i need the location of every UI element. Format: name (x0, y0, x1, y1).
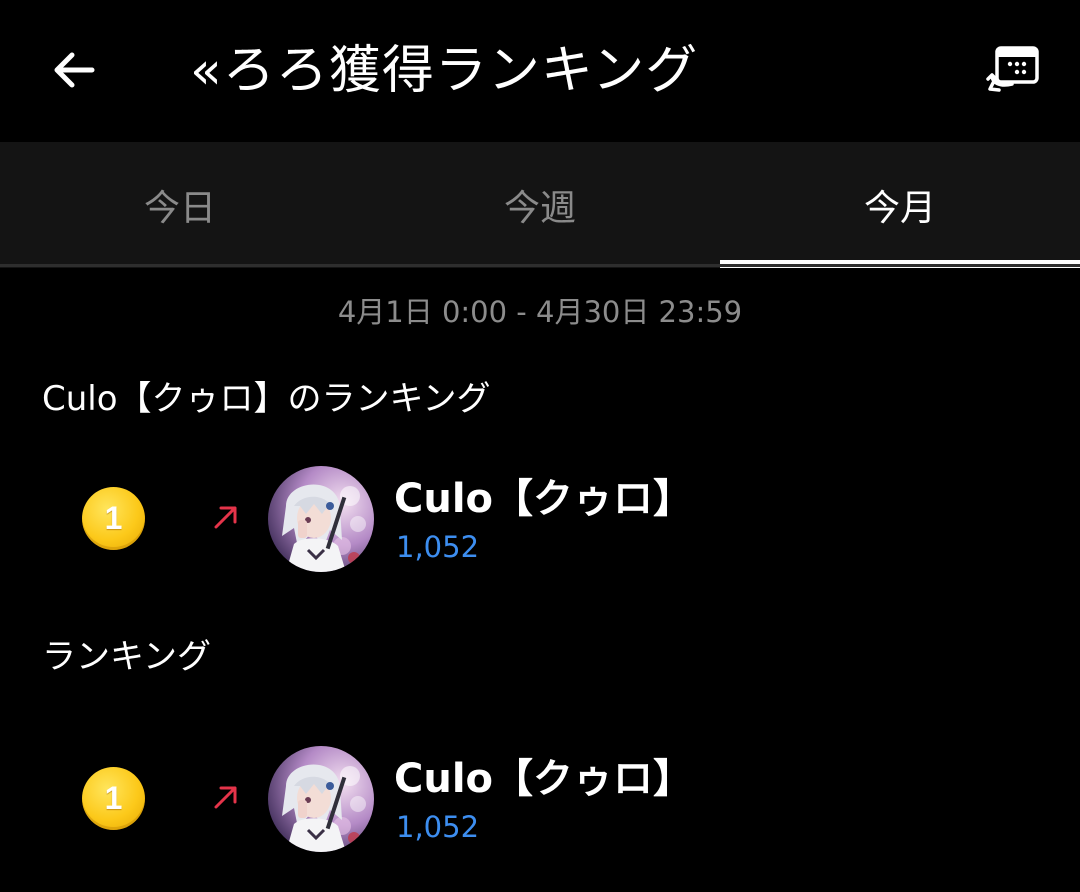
back-button[interactable] (40, 36, 108, 104)
user-score: 1,052 (396, 810, 480, 844)
ranking-row[interactable]: 1 Culo【クゥロ】 1,052 (0, 743, 1080, 853)
tab-today[interactable]: 今日 (0, 142, 360, 268)
tab-this-month[interactable]: 今月 (720, 142, 1080, 268)
arrow-left-icon (54, 52, 95, 88)
trend-up-icon (214, 786, 237, 809)
tab-this-week[interactable]: 今週 (360, 142, 720, 268)
trend-up-icon (214, 506, 237, 529)
avatar[interactable] (268, 466, 374, 572)
avatar[interactable] (268, 746, 374, 852)
my-ranking-row[interactable]: 1 Culo【クゥロ】 1,052 (0, 463, 1080, 573)
user-name: Culo【クゥロ】 (394, 476, 694, 522)
history-button[interactable] (980, 36, 1048, 104)
tab-label: 今週 (503, 188, 576, 229)
history-list-icon (986, 46, 1039, 92)
ranking-heading: ランキング (42, 637, 211, 677)
app-bar: «ろろ獲得ランキング (0, 0, 1080, 142)
ranking-period: 4月1日 0:00 - 4月30日 23:59 (337, 295, 743, 329)
rank-number: 1 (104, 500, 123, 536)
tab-label: 今月 (863, 188, 936, 229)
user-name: Culo【クゥロ】 (394, 756, 694, 802)
page-title: «ろろ獲得ランキング (190, 41, 699, 101)
period-tabs: 今日 今週 今月 (0, 142, 1080, 268)
tabs-divider (0, 264, 1080, 267)
user-score: 1,052 (396, 530, 480, 564)
rank-number: 1 (104, 780, 123, 816)
gold-medal-icon: 1 (82, 767, 145, 830)
gold-medal-icon: 1 (82, 487, 145, 550)
my-ranking-heading: Culo【クゥロ】のランキング (42, 379, 491, 419)
tab-label: 今日 (143, 188, 216, 229)
